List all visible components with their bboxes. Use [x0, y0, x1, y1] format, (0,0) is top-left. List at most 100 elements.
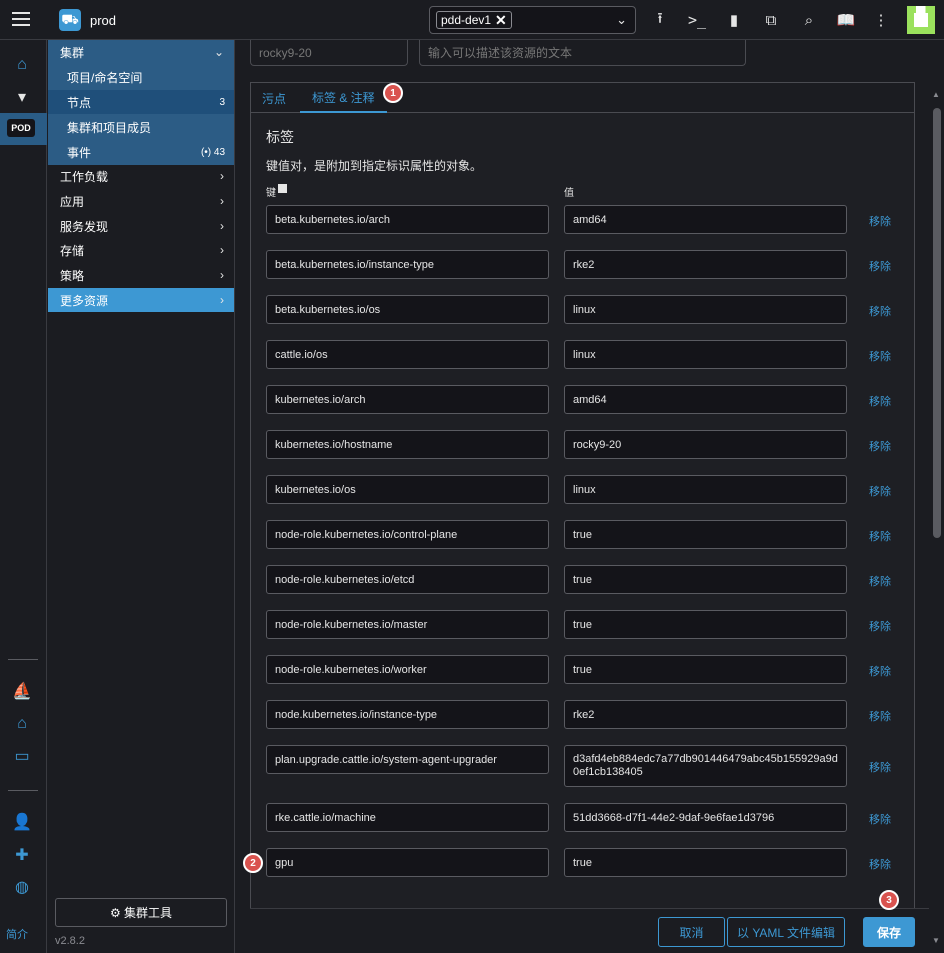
remove-label-button[interactable]: 移除: [869, 618, 891, 634]
description-field[interactable]: 输入可以描述该资源的文本: [419, 40, 746, 66]
label-value-input[interactable]: true: [564, 655, 847, 684]
nav-group-apps[interactable]: 应用 ›: [48, 189, 234, 213]
more-vert-icon[interactable]: ⋮: [871, 10, 891, 30]
label-key-input[interactable]: plan.upgrade.cattle.io/system-agent-upgr…: [266, 745, 549, 774]
search-icon[interactable]: ⌕: [799, 10, 819, 30]
label-value-input[interactable]: 51dd3668-d7f1-44e2-9daf-9e6fae1d3796: [564, 803, 847, 832]
count-badge: (•) 43: [200, 146, 225, 158]
label-key-input[interactable]: beta.kubernetes.io/instance-type: [266, 250, 549, 279]
label-key-input[interactable]: kubernetes.io/os: [266, 475, 549, 504]
globe-icon[interactable]: ◍: [11, 876, 33, 898]
label-value-input[interactable]: linux: [564, 295, 847, 324]
label-value-input[interactable]: d3afd4eb884edc7a77db901446479abc45b15592…: [564, 745, 847, 787]
nav-group-storage[interactable]: 存储 ›: [48, 238, 234, 262]
label-key-input[interactable]: node.kubernetes.io/instance-type: [266, 700, 549, 729]
label-value-input[interactable]: true: [564, 610, 847, 639]
label-key-input[interactable]: node-role.kubernetes.io/master: [266, 610, 549, 639]
label-value-input[interactable]: true: [564, 565, 847, 594]
nav-group-workloads[interactable]: 工作负载 ›: [48, 164, 234, 188]
copy-icon[interactable]: ⧉: [761, 10, 781, 30]
remove-label-button[interactable]: 移除: [869, 348, 891, 364]
scroll-down-icon[interactable]: ▼: [932, 936, 940, 945]
remove-label-button[interactable]: 移除: [869, 483, 891, 499]
fleet-icon[interactable]: ⌂: [11, 713, 33, 735]
pod-badge[interactable]: POD: [7, 119, 35, 137]
edit-yaml-button[interactable]: 以 YAML 文件编辑: [727, 917, 845, 947]
about-link[interactable]: 简介: [6, 926, 28, 942]
scroll-thumb[interactable]: [933, 108, 941, 538]
menu-icon[interactable]: [12, 12, 30, 28]
tab-taints[interactable]: 污点: [262, 83, 286, 113]
cluster-logo-icon: ⛟: [59, 9, 81, 31]
label-key-input[interactable]: beta.kubernetes.io/os: [266, 295, 549, 324]
chevron-right-icon: ›: [220, 169, 224, 183]
home-icon[interactable]: ⌂: [11, 54, 33, 76]
remove-label-button[interactable]: 移除: [869, 708, 891, 724]
label-value-input[interactable]: amd64: [564, 205, 847, 234]
label-key-input[interactable]: node-role.kubernetes.io/etcd: [266, 565, 549, 594]
nav-item-nodes[interactable]: 节点 3: [48, 90, 234, 114]
top-header: ⛟ prod pdd-dev1 ✕ ⌄ ⭱ >_ ▮ ⧉ ⌕ 📖 ⋮: [0, 0, 944, 40]
labels-section: 标签 键值对，是附加到指定标识属性的对象。 键 值 beta.kubernete…: [251, 113, 914, 953]
remove-label-button[interactable]: 移除: [869, 811, 891, 827]
label-value-input[interactable]: rke2: [564, 700, 847, 729]
remove-label-button[interactable]: 移除: [869, 303, 891, 319]
remove-label-button[interactable]: 移除: [869, 663, 891, 679]
nav-item-projects[interactable]: 项目/命名空间: [48, 65, 234, 89]
label-key-input[interactable]: kubernetes.io/arch: [266, 385, 549, 414]
label-key-input[interactable]: kubernetes.io/hostname: [266, 430, 549, 459]
user-icon[interactable]: 👤: [11, 811, 33, 833]
nav-group-more-resources[interactable]: 更多资源 ›: [48, 288, 234, 312]
cluster-management-icon[interactable]: ▭: [11, 745, 33, 767]
sailboat-icon[interactable]: ⛵: [11, 680, 33, 702]
step-marker-2: 2: [243, 853, 263, 873]
remove-label-button[interactable]: 移除: [869, 213, 891, 229]
avatar[interactable]: [907, 6, 935, 34]
book-icon[interactable]: 📖: [836, 10, 856, 30]
label-row: plan.upgrade.cattle.io/system-agent-upgr…: [266, 745, 896, 787]
remove-label-button[interactable]: 移除: [869, 759, 891, 775]
scroll-up-icon[interactable]: ▲: [932, 90, 940, 99]
label-value-input[interactable]: rke2: [564, 250, 847, 279]
remove-label-button[interactable]: 移除: [869, 856, 891, 872]
namespace-select[interactable]: pdd-dev1 ✕ ⌄: [429, 6, 636, 34]
nav-item-members[interactable]: 集群和项目成员: [48, 115, 234, 139]
label-key-input[interactable]: rke.cattle.io/machine: [266, 803, 549, 832]
puzzle-icon[interactable]: ✚: [11, 844, 33, 866]
label-value-input[interactable]: rocky9-20: [564, 430, 847, 459]
cluster-tools-button[interactable]: ⚙ 集群工具: [55, 898, 227, 927]
terminal-icon[interactable]: >_: [687, 10, 707, 30]
name-field[interactable]: rocky9-20: [250, 40, 408, 66]
nav-group-service-discovery[interactable]: 服务发现 ›: [48, 214, 234, 238]
save-button[interactable]: 保存: [863, 917, 915, 947]
nav-group-cluster[interactable]: 集群 ⌄: [48, 40, 234, 64]
file-icon[interactable]: ▮: [724, 10, 744, 30]
cluster-icon[interactable]: ▾: [11, 86, 33, 108]
remove-label-button[interactable]: 移除: [869, 258, 891, 274]
label-key-input[interactable]: cattle.io/os: [266, 340, 549, 369]
upload-icon[interactable]: ⭱: [650, 10, 670, 30]
nav-group-policy[interactable]: 策略 ›: [48, 263, 234, 287]
label-value-input[interactable]: linux: [564, 340, 847, 369]
label-key-input[interactable]: node-role.kubernetes.io/worker: [266, 655, 549, 684]
remove-label-button[interactable]: 移除: [869, 573, 891, 589]
close-icon[interactable]: ✕: [495, 12, 507, 29]
cancel-button[interactable]: 取消: [658, 917, 725, 947]
label-key-input[interactable]: gpu: [266, 848, 549, 877]
label-key-input[interactable]: node-role.kubernetes.io/control-plane: [266, 520, 549, 549]
remove-label-button[interactable]: 移除: [869, 393, 891, 409]
tab-labels-annotations[interactable]: 标签 & 注释: [300, 83, 387, 113]
remove-label-button[interactable]: 移除: [869, 528, 891, 544]
remove-label-button[interactable]: 移除: [869, 438, 891, 454]
label-row: kubernetes.io/os linux 移除: [266, 475, 896, 504]
label-value-input[interactable]: true: [564, 520, 847, 549]
label-value-input[interactable]: linux: [564, 475, 847, 504]
label-key-input[interactable]: beta.kubernetes.io/arch: [266, 205, 549, 234]
nav-item-events[interactable]: 事件 (•) 43: [48, 140, 234, 164]
page-scrollbar[interactable]: ▲ ▼: [929, 86, 944, 953]
chevron-right-icon: ›: [220, 219, 224, 233]
nav-group-label: 服务发现: [60, 219, 109, 234]
label-value-input[interactable]: true: [564, 848, 847, 877]
label-value-input[interactable]: amd64: [564, 385, 847, 414]
chevron-down-icon[interactable]: ⌄: [616, 12, 627, 28]
